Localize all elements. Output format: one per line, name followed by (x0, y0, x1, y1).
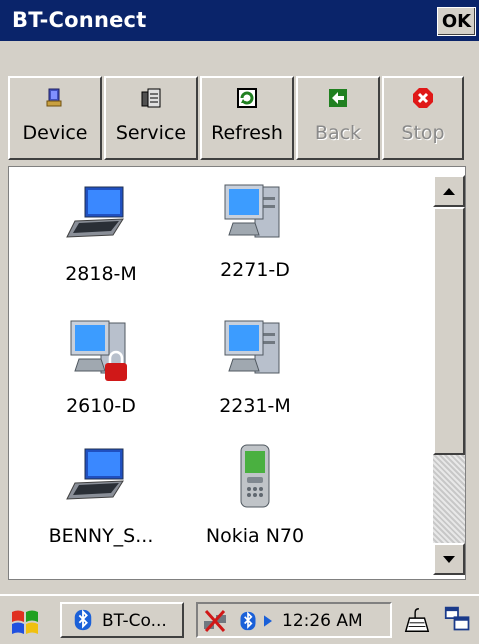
ok-button[interactable]: OK (437, 7, 476, 36)
scroll-down-button[interactable] (433, 543, 465, 575)
tray-expand-icon[interactable] (264, 615, 272, 627)
scroll-thumb[interactable] (433, 207, 465, 455)
refresh-icon (237, 88, 257, 108)
bluetooth-icon (74, 609, 92, 631)
menu-strip (0, 41, 479, 71)
device-label: 2271-D (220, 259, 290, 281)
clock[interactable]: 12:26 AM (282, 611, 363, 631)
device-label: 2231-M (219, 395, 291, 417)
network-disconnected-icon[interactable] (202, 609, 230, 633)
device-label: 2610-D (66, 395, 136, 417)
title-bar: BT-Connect OK (0, 0, 479, 41)
keyboard-icon[interactable] (402, 605, 432, 635)
laptop-icon (66, 186, 124, 238)
device-button-label: Device (22, 122, 88, 144)
arrow-up-icon (443, 188, 455, 195)
laptop-icon (66, 448, 124, 500)
window-title: BT-Connect (12, 8, 147, 32)
device-item[interactable]: Nokia N70 (195, 443, 315, 563)
scroll-up-button[interactable] (433, 175, 465, 207)
system-tray: 12:26 AM (196, 602, 392, 638)
back-arrow-icon (329, 89, 347, 107)
service-button-label: Service (115, 122, 187, 144)
refresh-button-label: Refresh (211, 122, 283, 144)
device-label: Nokia N70 (205, 525, 305, 547)
task-button-bt-connect[interactable]: BT-Co... (60, 602, 184, 638)
device-item[interactable]: 2231-M (195, 313, 315, 433)
device-icon (46, 88, 62, 107)
refresh-button[interactable]: Refresh (200, 76, 294, 160)
arrow-down-icon (443, 556, 455, 563)
back-button-label: Back (314, 122, 362, 144)
window-switch-icon[interactable] (444, 604, 472, 634)
desktop-computer-icon (224, 320, 280, 374)
desktop-computer-icon (224, 184, 280, 238)
task-button-label: BT-Co... (102, 611, 167, 631)
stop-button-label: Stop (401, 122, 445, 144)
bluetooth-icon[interactable] (238, 610, 258, 632)
device-item[interactable]: 2271-D (195, 177, 315, 297)
back-button[interactable]: Back (296, 76, 380, 160)
device-label: 2818-M (65, 263, 137, 285)
device-item[interactable]: 2610-D (41, 313, 161, 433)
windows-start-icon[interactable] (6, 604, 46, 638)
device-item[interactable]: 2818-M (41, 181, 161, 301)
stop-button[interactable]: Stop (382, 76, 464, 160)
service-icon (141, 88, 161, 108)
service-button[interactable]: Service (104, 76, 198, 160)
taskbar: BT-Co... 12:26 AM (0, 594, 479, 644)
stop-icon (413, 88, 433, 108)
vertical-scrollbar[interactable] (433, 175, 465, 575)
mobile-phone-icon (240, 444, 270, 508)
device-item[interactable]: BENNY_S... (41, 443, 161, 563)
device-list: 2818-M 2271-D 2610-D 2231-M BENNY_S... N… (8, 166, 466, 580)
device-button[interactable]: Device (8, 76, 102, 160)
desktop-computer-locked-icon (70, 320, 127, 381)
toolbar: Device Service Refresh Back Stop (8, 76, 464, 160)
device-label: BENNY_S... (48, 525, 154, 547)
